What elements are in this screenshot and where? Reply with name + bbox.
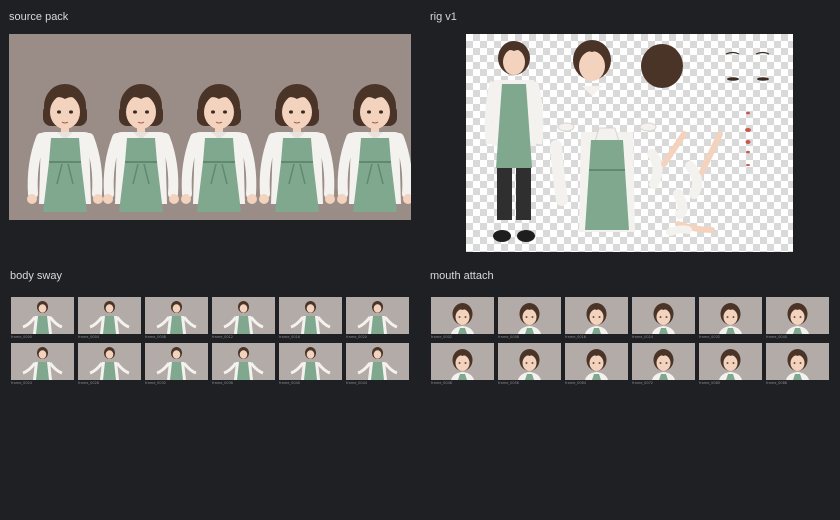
mouth-attach-thumbnail[interactable] — [431, 343, 494, 380]
mouth-attach-thumbnail[interactable] — [498, 297, 561, 334]
body-sway-thumbnail[interactable] — [346, 297, 409, 334]
mouth-attach-frame-label: frame_0024 — [632, 335, 654, 339]
body-sway-frame-label: frame_0016 — [279, 335, 301, 339]
mouth-attach-thumbnail[interactable] — [632, 343, 695, 380]
rig-v1-title: rig v1 — [430, 11, 457, 23]
source-pack-illustration — [9, 34, 411, 220]
body-sway-frame-label: frame_0040 — [279, 381, 301, 385]
mouth-attach-frame-label: frame_0056 — [498, 381, 520, 385]
mouth-attach-frame-label: frame_0072 — [632, 381, 654, 385]
body-sway-frame-label: frame_0024 — [11, 381, 33, 385]
mouth-attach-thumbnail[interactable] — [766, 297, 829, 334]
mouth-attach-thumbnail[interactable] — [699, 343, 762, 380]
body-sway-frame-label: frame_0020 — [346, 335, 368, 339]
mouth-attach-title: mouth attach — [430, 270, 494, 282]
body-sway-thumbnail[interactable] — [78, 297, 141, 334]
body-sway-thumbnail[interactable] — [279, 297, 342, 334]
body-sway-frame-label: frame_0008 — [145, 335, 167, 339]
mouth-attach-frame-label: frame_0040 — [766, 335, 788, 339]
mouth-attach-frame-label: frame_0002 — [431, 335, 453, 339]
body-sway-thumbnail[interactable] — [78, 343, 141, 380]
body-sway-title: body sway — [10, 270, 62, 282]
body-sway-thumbnail[interactable] — [145, 297, 208, 334]
mouth-attach-thumbnail[interactable] — [699, 297, 762, 334]
mouth-attach-frame-label: frame_0080 — [699, 381, 721, 385]
body-sway-frame-label: frame_0036 — [212, 381, 234, 385]
body-sway-frame-label: frame_0032 — [145, 381, 167, 385]
body-sway-thumbnail[interactable] — [11, 343, 74, 380]
rig-v1-image[interactable] — [466, 34, 793, 252]
body-sway-thumbnail[interactable] — [279, 343, 342, 380]
mouth-attach-frame-label: frame_0064 — [565, 381, 587, 385]
body-sway-thumbnail[interactable] — [212, 343, 275, 380]
mouth-attach-thumbnail[interactable] — [498, 343, 561, 380]
body-sway-thumbnail[interactable] — [11, 297, 74, 334]
source-pack-title: source pack — [9, 11, 69, 23]
body-sway-thumbnail[interactable] — [145, 343, 208, 380]
mouth-attach-thumbnail[interactable] — [431, 297, 494, 334]
body-sway-frame-label: frame_0044 — [346, 381, 368, 385]
mouth-attach-thumbnail[interactable] — [632, 297, 695, 334]
mouth-attach-thumbnail[interactable] — [565, 297, 628, 334]
mouth-attach-frame-label: frame_0048 — [431, 381, 453, 385]
mouth-attach-frame-label: frame_0088 — [766, 381, 788, 385]
mouth-attach-thumbnail[interactable] — [766, 343, 829, 380]
mouth-attach-frame-label: frame_0032 — [699, 335, 721, 339]
mouth-attach-frame-label: frame_0008 — [498, 335, 520, 339]
mouth-attach-frame-label: frame_0016 — [565, 335, 587, 339]
body-sway-thumbnail[interactable] — [212, 297, 275, 334]
source-pack-image[interactable] — [9, 34, 411, 220]
body-sway-frame-label: frame_0028 — [78, 381, 100, 385]
rig-parts-illustration — [484, 40, 770, 242]
body-sway-frame-label: frame_0012 — [212, 335, 234, 339]
body-sway-frame-label: frame_0000 — [11, 335, 33, 339]
body-sway-frame-label: frame_0004 — [78, 335, 100, 339]
mouth-attach-thumbnail[interactable] — [565, 343, 628, 380]
body-sway-thumbnail[interactable] — [346, 343, 409, 380]
